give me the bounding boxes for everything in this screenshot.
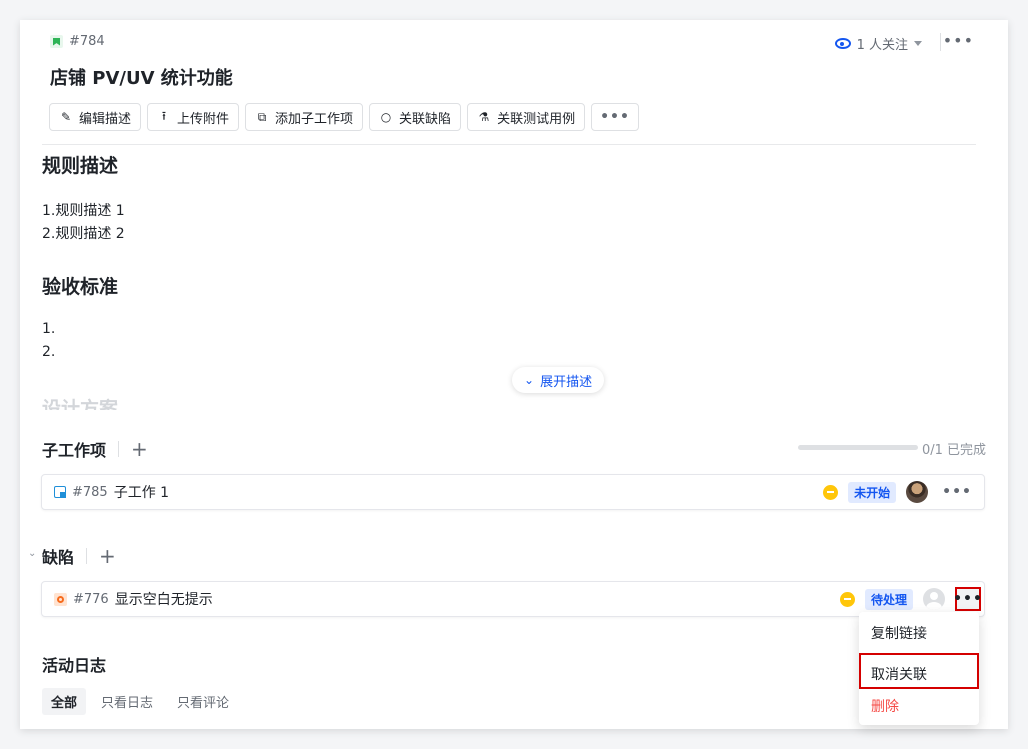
bugs-header: 缺陷 + bbox=[42, 544, 116, 568]
priority-icon[interactable] bbox=[823, 484, 839, 500]
subtasks-divider bbox=[118, 441, 120, 457]
avatar-placeholder[interactable] bbox=[923, 588, 945, 610]
subtask-row-left: #785 子工作 1 bbox=[54, 475, 169, 509]
subtasks-header: 子工作项 + bbox=[42, 437, 148, 461]
bug-row[interactable]: #776 显示空白无提示 待处理 ••• bbox=[41, 581, 985, 617]
acceptance-line-2: 2. bbox=[42, 344, 56, 360]
bug-row-more-button[interactable]: ••• bbox=[953, 587, 983, 611]
eye-icon bbox=[834, 38, 851, 49]
add-bug-plus-icon[interactable]: + bbox=[99, 546, 116, 566]
bug-name: 显示空白无提示 bbox=[114, 592, 213, 608]
upload-icon: ⭱ bbox=[161, 108, 167, 123]
more-icon: ••• bbox=[600, 109, 630, 125]
upload-attachment-label: 上传附件 bbox=[177, 111, 230, 127]
subtasks-progress-bar bbox=[798, 445, 918, 450]
pencil-icon: ✎ bbox=[60, 110, 72, 124]
more-icon: ••• bbox=[953, 591, 983, 607]
tab-all[interactable]: 全部 bbox=[42, 688, 87, 715]
page-title: 店铺 PV/UV 统计功能 bbox=[50, 68, 233, 89]
upload-attachment-button[interactable]: ⭱ 上传附件 bbox=[147, 103, 240, 131]
issue-id-tag: #784 bbox=[50, 34, 105, 49]
tab-comments-only[interactable]: 只看评论 bbox=[168, 688, 238, 715]
bugs-title: 缺陷 bbox=[42, 548, 75, 567]
activity-title: 活动日志 bbox=[42, 656, 107, 675]
tab-logs-only[interactable]: 只看日志 bbox=[92, 688, 162, 715]
subtask-id: #785 bbox=[72, 484, 108, 500]
link-bug-button[interactable]: ○ 关联缺陷 bbox=[369, 103, 462, 131]
issue-detail-panel: #784 店铺 PV/UV 统计功能 1 人关注 ••• ✎ 编辑描述 ⭱ 上传… bbox=[20, 20, 1008, 729]
add-subtask-label: 添加子工作项 bbox=[275, 111, 354, 127]
link-testcase-label: 关联测试用例 bbox=[497, 111, 576, 127]
copy-icon: ⧉ bbox=[257, 109, 267, 124]
bookmark-icon bbox=[50, 35, 63, 48]
subtask-name: 子工作 1 bbox=[113, 485, 170, 501]
flask-icon: ⚗ bbox=[478, 110, 490, 124]
toolbar-more-button[interactable]: ••• bbox=[591, 103, 639, 131]
design-heading-faded: 设计方案 bbox=[42, 398, 119, 410]
add-subtask-plus-icon[interactable]: + bbox=[131, 439, 148, 459]
header-divider bbox=[940, 33, 941, 51]
rules-heading: 规则描述 bbox=[42, 155, 119, 177]
menu-item-copy-link[interactable]: 复制链接 bbox=[871, 623, 927, 643]
follow-count: 1 人关注 bbox=[856, 38, 908, 53]
toolbar-divider bbox=[42, 144, 976, 145]
bug-row-left: #776 显示空白无提示 bbox=[54, 582, 213, 616]
chevron-down-icon bbox=[914, 41, 922, 46]
follow-button[interactable]: 1 人关注 bbox=[834, 34, 922, 53]
link-bug-label: 关联缺陷 bbox=[399, 111, 452, 127]
expand-description-label: 展开描述 bbox=[540, 374, 593, 390]
rule-line-1: 1.规则描述 1 bbox=[42, 203, 125, 219]
edit-description-label: 编辑描述 bbox=[79, 111, 132, 127]
bug-icon bbox=[54, 592, 67, 606]
subtasks-title: 子工作项 bbox=[42, 441, 107, 460]
menu-item-unlink[interactable]: 取消关联 bbox=[871, 664, 927, 684]
add-subtask-button[interactable]: ⧉ 添加子工作项 bbox=[245, 103, 364, 131]
double-chevron-down-icon: ⌄ bbox=[524, 373, 535, 387]
more-options-icon[interactable]: ••• bbox=[943, 31, 974, 50]
toolbar: ✎ 编辑描述 ⭱ 上传附件 ⧉ 添加子工作项 ○ 关联缺陷 ⚗ 关联测试用例 •… bbox=[49, 103, 639, 131]
rule-line-2: 2.规则描述 2 bbox=[42, 226, 125, 242]
bug-row-right: 待处理 ••• bbox=[839, 582, 983, 616]
activity-tabs: 全部 只看日志 只看评论 bbox=[42, 688, 238, 715]
context-menu: 复制链接 取消关联 删除 bbox=[859, 612, 979, 725]
priority-icon[interactable] bbox=[839, 591, 855, 607]
subtask-row-right: 未开始 ••• bbox=[823, 475, 976, 509]
acceptance-heading: 验收标准 bbox=[42, 276, 119, 298]
edit-description-button[interactable]: ✎ 编辑描述 bbox=[49, 103, 142, 131]
subtask-row[interactable]: #785 子工作 1 未开始 ••• bbox=[41, 474, 985, 510]
bugs-divider bbox=[86, 548, 88, 564]
expand-description-button[interactable]: ⌄ 展开描述 bbox=[512, 367, 605, 393]
bug-id: #776 bbox=[73, 591, 109, 607]
status-badge[interactable]: 待处理 bbox=[864, 588, 913, 610]
link-testcase-button[interactable]: ⚗ 关联测试用例 bbox=[467, 103, 586, 131]
subtask-icon bbox=[54, 486, 66, 498]
acceptance-line-1: 1. bbox=[42, 321, 56, 337]
issue-id: #784 bbox=[69, 34, 105, 49]
collapse-chevron-icon[interactable]: ⌄ bbox=[28, 548, 36, 559]
circle-icon: ○ bbox=[380, 110, 392, 124]
avatar[interactable] bbox=[906, 481, 929, 503]
status-badge[interactable]: 未开始 bbox=[848, 481, 897, 503]
row-more-icon[interactable]: ••• bbox=[938, 484, 976, 500]
menu-item-delete[interactable]: 删除 bbox=[871, 696, 899, 716]
subtasks-progress-text: 0/1 已完成 bbox=[921, 443, 986, 458]
